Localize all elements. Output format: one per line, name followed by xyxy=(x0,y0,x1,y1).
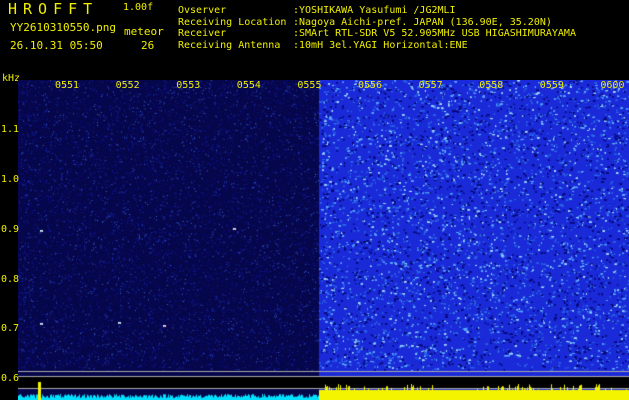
info-row: Ovserver:YOSHIKAWA Yasufumi /JG2MLI xyxy=(178,5,456,16)
station-info: Ovserver:YOSHIKAWA Yasufumi /JG2MLI Rece… xyxy=(178,5,576,51)
time-tick-label: 0600 xyxy=(600,80,625,91)
meteor-label: meteor xyxy=(124,25,164,38)
time-tick-label: 0558 xyxy=(479,80,504,91)
app-brand: HROFFT xyxy=(8,0,99,18)
time-tick-label: 0552 xyxy=(115,80,140,91)
time-tick-label: 0553 xyxy=(176,80,201,91)
time-tick-label: 0557 xyxy=(418,80,443,91)
spectrogram-canvas xyxy=(18,80,629,400)
time-tick-label: 0556 xyxy=(358,80,383,91)
y-tick-label: 0.6 xyxy=(1,373,20,384)
app-version: 1.00f xyxy=(123,2,154,13)
y-tick-label: 1.0 xyxy=(1,174,20,185)
info-row: Receiver:SMArt RTL-SDR V5 52.905MHz USB … xyxy=(178,28,576,39)
meteor-count: 26 xyxy=(141,39,155,52)
time-tick-label: 0559 xyxy=(539,80,564,91)
y-tick-label: 0.8 xyxy=(1,274,20,285)
y-tick-label: 0.9 xyxy=(1,224,20,235)
time-tick-label: 0551 xyxy=(55,80,80,91)
datetime: 26.10.31 05:50 xyxy=(10,39,103,52)
info-row: Receiving Antenna:10mH 3el.YAGI Horizont… xyxy=(178,39,468,51)
y-tick-label: 1.1 xyxy=(1,124,20,135)
y-tick-label: 0.7 xyxy=(1,323,20,334)
file-name: YY2610310550.png xyxy=(10,21,116,34)
time-tick-label: 0554 xyxy=(236,80,261,91)
info-row: Receiving Location:Nagoya Aichi-pref. JA… xyxy=(178,16,552,28)
time-tick-label: 0555 xyxy=(297,80,322,91)
hrofft-window: HROFFT 1.00f YY2610310550.png meteor 26.… xyxy=(0,0,629,400)
